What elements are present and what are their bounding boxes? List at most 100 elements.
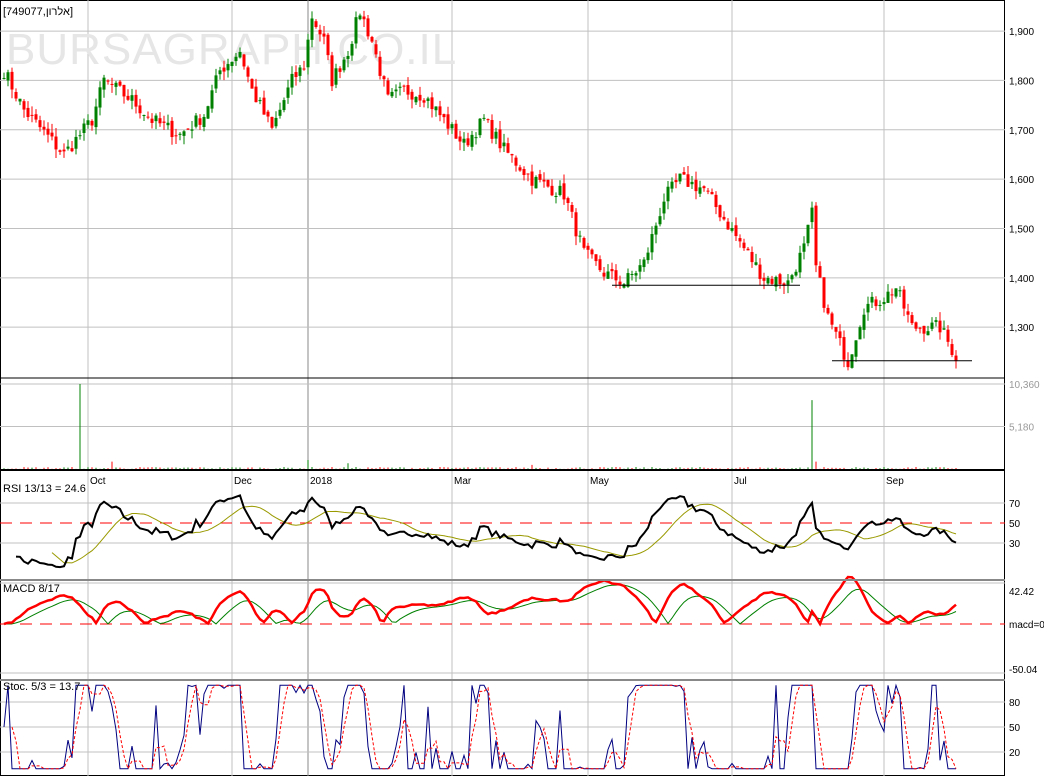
candle-body <box>550 185 554 196</box>
candle-body <box>158 118 162 124</box>
candle-body <box>206 106 210 119</box>
candle-body <box>734 225 738 237</box>
candle-body <box>238 51 242 58</box>
candle-body <box>246 67 250 77</box>
candle-body <box>254 86 258 103</box>
candle-body <box>214 75 218 89</box>
candle-body <box>290 73 294 88</box>
candle-body <box>882 301 886 305</box>
macd-tick-label: macd=0 <box>1009 620 1044 631</box>
stock-chart: BURSAGRAPH.CO.IL 1,300 1,400 1,500 1,600 1,7… <box>0 0 1044 776</box>
candle-body <box>282 100 286 111</box>
candle-body <box>422 100 426 103</box>
candle-body <box>14 91 18 99</box>
stoch-tick-label: 80 <box>1009 698 1021 709</box>
candle-body <box>486 119 490 121</box>
price-tick-label: 1,300 <box>1009 323 1034 334</box>
candle-body <box>442 114 446 118</box>
candle-body <box>390 91 394 97</box>
stoch-tick-label: 50 <box>1009 723 1021 734</box>
candle-body <box>590 249 594 255</box>
candle-body <box>606 271 610 279</box>
candle-body <box>786 280 790 285</box>
candle-body <box>130 95 134 101</box>
candle-body <box>250 78 254 89</box>
candle-body <box>898 290 902 292</box>
candle-body <box>382 76 386 80</box>
candle-body <box>554 196 558 198</box>
candle-body <box>666 186 670 202</box>
candle-body <box>446 114 450 129</box>
candle-body <box>86 120 90 125</box>
candle-body <box>226 64 230 71</box>
stoch-label: Stoc. 5/3 = 13.7 <box>3 681 80 693</box>
macd-tick-label: 42.42 <box>1009 587 1034 598</box>
candle-body <box>346 55 350 59</box>
candle-body <box>166 122 170 126</box>
candle-body <box>686 174 690 187</box>
candle-body <box>6 72 10 81</box>
candle-body <box>294 72 298 78</box>
candle-body <box>314 21 318 28</box>
candle-body <box>174 135 178 137</box>
candle-body <box>738 238 742 242</box>
candle-body <box>498 129 502 149</box>
candle-body <box>378 56 382 76</box>
candle-body <box>858 327 862 340</box>
candle-body <box>510 154 514 156</box>
candle-body <box>794 271 798 276</box>
candle-body <box>458 136 462 142</box>
candle-body <box>478 118 482 136</box>
candle-body <box>406 85 410 95</box>
candle-body <box>362 16 366 20</box>
candle-body <box>110 83 114 85</box>
candle-body <box>646 252 650 261</box>
candle-body <box>454 123 458 139</box>
candle-body <box>410 91 414 100</box>
candle-body <box>374 44 378 55</box>
price-tick-label: 1,800 <box>1009 76 1034 87</box>
date-tick-label: May <box>590 476 609 487</box>
date-tick-label: Sep <box>886 476 904 487</box>
candle-body <box>522 169 526 175</box>
candle-body <box>746 248 750 251</box>
candle-body <box>922 325 926 334</box>
candle-body <box>222 67 226 72</box>
candle-body <box>918 327 922 329</box>
candle-body <box>518 167 522 171</box>
candle-body <box>778 274 782 285</box>
stoch-tick-label: 20 <box>1009 748 1021 759</box>
price-tick-label: 1,400 <box>1009 274 1034 285</box>
candle-body <box>146 116 150 118</box>
candle-body <box>670 181 674 189</box>
candle-body <box>342 59 346 71</box>
candle-body <box>34 114 38 120</box>
candle-body <box>418 94 422 101</box>
candle-body <box>30 114 34 116</box>
candle-body <box>90 120 94 126</box>
candle-body <box>278 109 282 116</box>
candle-body <box>534 176 538 189</box>
candle-body <box>46 128 50 135</box>
candle-body <box>770 278 774 284</box>
candle-body <box>494 131 498 139</box>
candle-body <box>790 275 794 280</box>
price-tick-label: 1,700 <box>1009 126 1034 137</box>
candle-body <box>450 124 454 129</box>
candle-body <box>846 360 850 368</box>
candle-body <box>814 205 818 266</box>
candle-body <box>718 205 722 218</box>
candle-body <box>902 289 906 309</box>
candle-body <box>762 277 766 281</box>
candle-body <box>562 183 566 200</box>
date-tick-label: Mar <box>454 476 472 487</box>
candle-body <box>914 322 918 329</box>
candle-body <box>178 133 182 135</box>
candle-body <box>750 251 754 263</box>
candle-body <box>262 97 266 115</box>
volume-tick-label: 10,360 <box>1009 380 1040 391</box>
candle-body <box>18 98 22 102</box>
candle-body <box>582 237 586 248</box>
candle-body <box>950 344 954 355</box>
candle-body <box>434 106 438 111</box>
